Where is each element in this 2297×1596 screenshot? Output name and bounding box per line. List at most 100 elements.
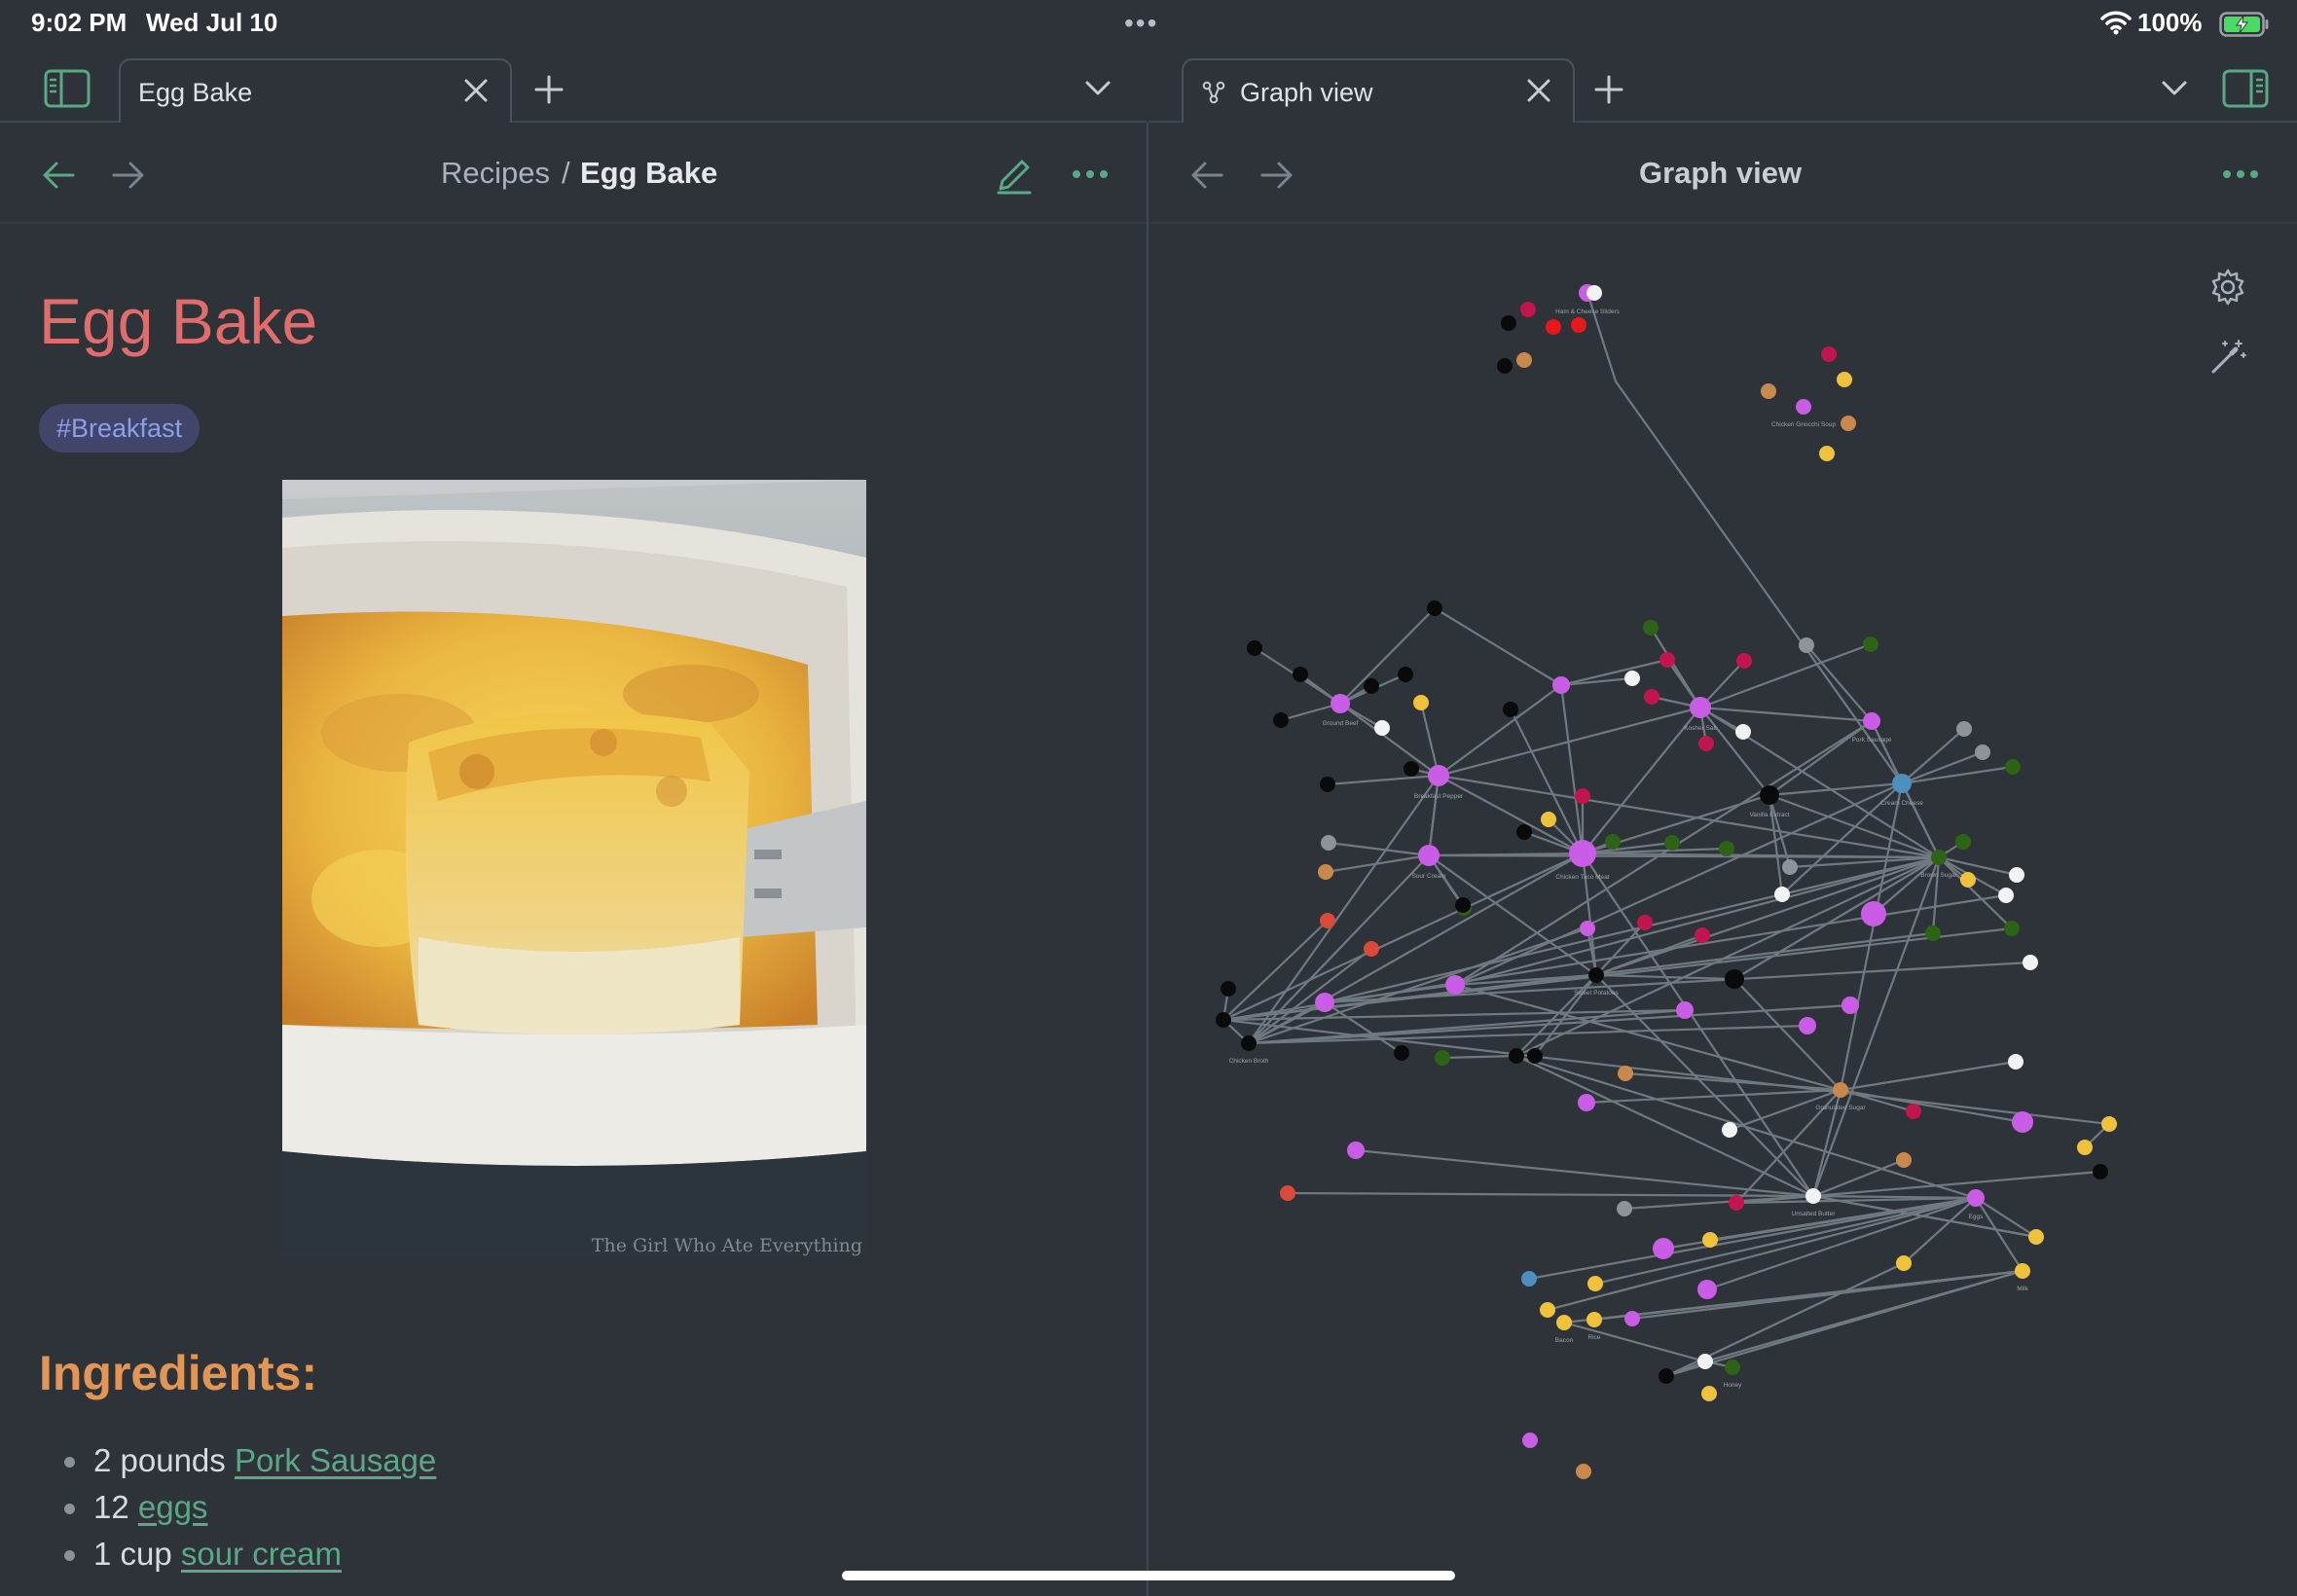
graph-node[interactable] <box>1546 319 1561 335</box>
graph-node[interactable] <box>1998 888 2014 903</box>
graph-node[interactable] <box>2101 1116 2117 1132</box>
graph-node[interactable] <box>1575 788 1590 804</box>
graph-node[interactable] <box>1364 941 1379 957</box>
graph-node[interactable] <box>2015 1263 2030 1279</box>
graph-node[interactable] <box>1624 1311 1640 1326</box>
breadcrumb-note[interactable]: Egg Bake <box>580 156 717 191</box>
graph-node[interactable] <box>1676 1001 1694 1019</box>
graph-node[interactable] <box>1320 913 1335 928</box>
graph-node[interactable] <box>1892 774 1912 793</box>
graph-node[interactable] <box>1522 1433 1538 1448</box>
graph-node[interactable] <box>1695 927 1710 943</box>
graph-node[interactable] <box>1698 736 1714 751</box>
graph-node[interactable] <box>1374 720 1390 736</box>
breadcrumb-folder[interactable]: Recipes <box>441 156 550 191</box>
new-tab-icon[interactable] <box>531 72 566 107</box>
edit-pencil-icon[interactable] <box>993 154 1036 197</box>
graph-node[interactable] <box>1643 620 1659 635</box>
graph-node[interactable] <box>1320 777 1335 792</box>
graph-node[interactable] <box>1364 678 1379 694</box>
ingredient-link[interactable]: eggs <box>138 1489 208 1525</box>
graph-node[interactable] <box>1863 712 1880 730</box>
graph-node[interactable] <box>1418 845 1440 866</box>
graph-node[interactable] <box>1503 702 1518 717</box>
graph-node[interactable] <box>1273 712 1289 728</box>
more-options-icon[interactable] <box>1069 162 1112 187</box>
graph-node[interactable] <box>1571 317 1586 333</box>
graph-node[interactable] <box>1521 1271 1537 1287</box>
tab-graph-view[interactable]: Graph view <box>1182 58 1575 123</box>
graph-node[interactable] <box>1394 1045 1409 1061</box>
graph-node[interactable] <box>1398 667 1413 682</box>
ingredient-link[interactable]: Pork Sausage <box>235 1442 436 1478</box>
graph-node[interactable] <box>1552 676 1570 694</box>
tab-egg-bake[interactable]: Egg Bake <box>119 58 512 123</box>
back-arrow-icon[interactable] <box>1187 156 1226 195</box>
graph-node[interactable] <box>2012 1111 2033 1133</box>
graph-node[interactable] <box>1527 1048 1543 1064</box>
graph-node[interactable] <box>2028 1229 2044 1245</box>
graph-node[interactable] <box>1293 667 1308 682</box>
more-options-icon[interactable] <box>2219 162 2262 187</box>
graph-node[interactable] <box>1541 812 1556 827</box>
graph-node[interactable] <box>1497 358 1513 374</box>
graph-node[interactable] <box>1955 834 1971 850</box>
graph-node[interactable] <box>1586 285 1602 301</box>
graph-node[interactable] <box>1501 315 1516 331</box>
graph-node[interactable] <box>1556 1315 1572 1330</box>
graph-node[interactable] <box>1735 724 1751 740</box>
magic-wand-icon[interactable] <box>2206 335 2250 380</box>
graph-node[interactable] <box>1586 1312 1602 1327</box>
graph-node[interactable] <box>1427 600 1442 616</box>
graph-node[interactable] <box>1509 1048 1524 1064</box>
graph-node[interactable] <box>1821 346 1837 362</box>
back-arrow-icon[interactable] <box>39 156 78 195</box>
graph-node[interactable] <box>1725 1360 1740 1375</box>
graph-node[interactable] <box>1605 834 1621 850</box>
chevron-down-icon[interactable] <box>1080 74 1115 103</box>
graph-node[interactable] <box>1967 1189 1985 1207</box>
graph-node[interactable] <box>1404 761 1419 777</box>
graph-node[interactable] <box>1690 697 1711 718</box>
graph-node[interactable] <box>1617 1201 1632 1216</box>
graph-node[interactable] <box>1455 897 1471 913</box>
graph-node[interactable] <box>2005 759 2021 775</box>
graph-node[interactable] <box>1819 446 1835 461</box>
graph-node[interactable] <box>1702 1232 1718 1248</box>
graph-node[interactable] <box>1321 835 1336 851</box>
graph-node[interactable] <box>1925 925 1941 941</box>
graph-node[interactable] <box>2023 955 2038 970</box>
graph-node[interactable] <box>1576 1464 1591 1479</box>
graph-node[interactable] <box>1906 1104 1921 1119</box>
chevron-down-icon[interactable] <box>2157 74 2192 103</box>
graph-node[interactable] <box>1799 1017 1816 1034</box>
graph-node[interactable] <box>2009 867 2024 883</box>
graph-node[interactable] <box>1618 1066 1633 1081</box>
graph-node[interactable] <box>1318 864 1333 880</box>
graph-node[interactable] <box>1241 1035 1257 1051</box>
graph-node[interactable] <box>2008 1054 2024 1070</box>
sidebar-toggle-icon[interactable] <box>41 64 93 113</box>
graph-node[interactable] <box>1761 383 1776 399</box>
close-tab-icon[interactable] <box>461 76 491 105</box>
graph-node[interactable] <box>1644 689 1659 705</box>
graph-node[interactable] <box>1280 1185 1295 1201</box>
graph-node[interactable] <box>2093 1164 2108 1179</box>
tag-breakfast[interactable]: #Breakfast <box>39 404 201 453</box>
graph-node[interactable] <box>1861 901 1886 926</box>
new-tab-icon[interactable] <box>1591 72 1626 107</box>
graph-node[interactable] <box>1805 1188 1821 1204</box>
graph-node[interactable] <box>1799 637 1814 653</box>
graph-node[interactable] <box>1760 785 1779 805</box>
close-tab-icon[interactable] <box>1524 76 1553 105</box>
graph-node[interactable] <box>1841 416 1856 431</box>
graph-node[interactable] <box>1697 1280 1717 1299</box>
ingredient-link[interactable]: sour cream <box>181 1536 342 1572</box>
graph-node[interactable] <box>1445 975 1465 995</box>
graph-node[interactable] <box>1428 765 1449 786</box>
graph-node[interactable] <box>1931 850 1947 865</box>
forward-arrow-icon[interactable] <box>1258 156 1296 195</box>
graph-node[interactable] <box>1247 640 1262 656</box>
graph-node[interactable] <box>1659 1368 1674 1384</box>
multitask-dots-icon[interactable]: ••• <box>1124 8 1158 39</box>
